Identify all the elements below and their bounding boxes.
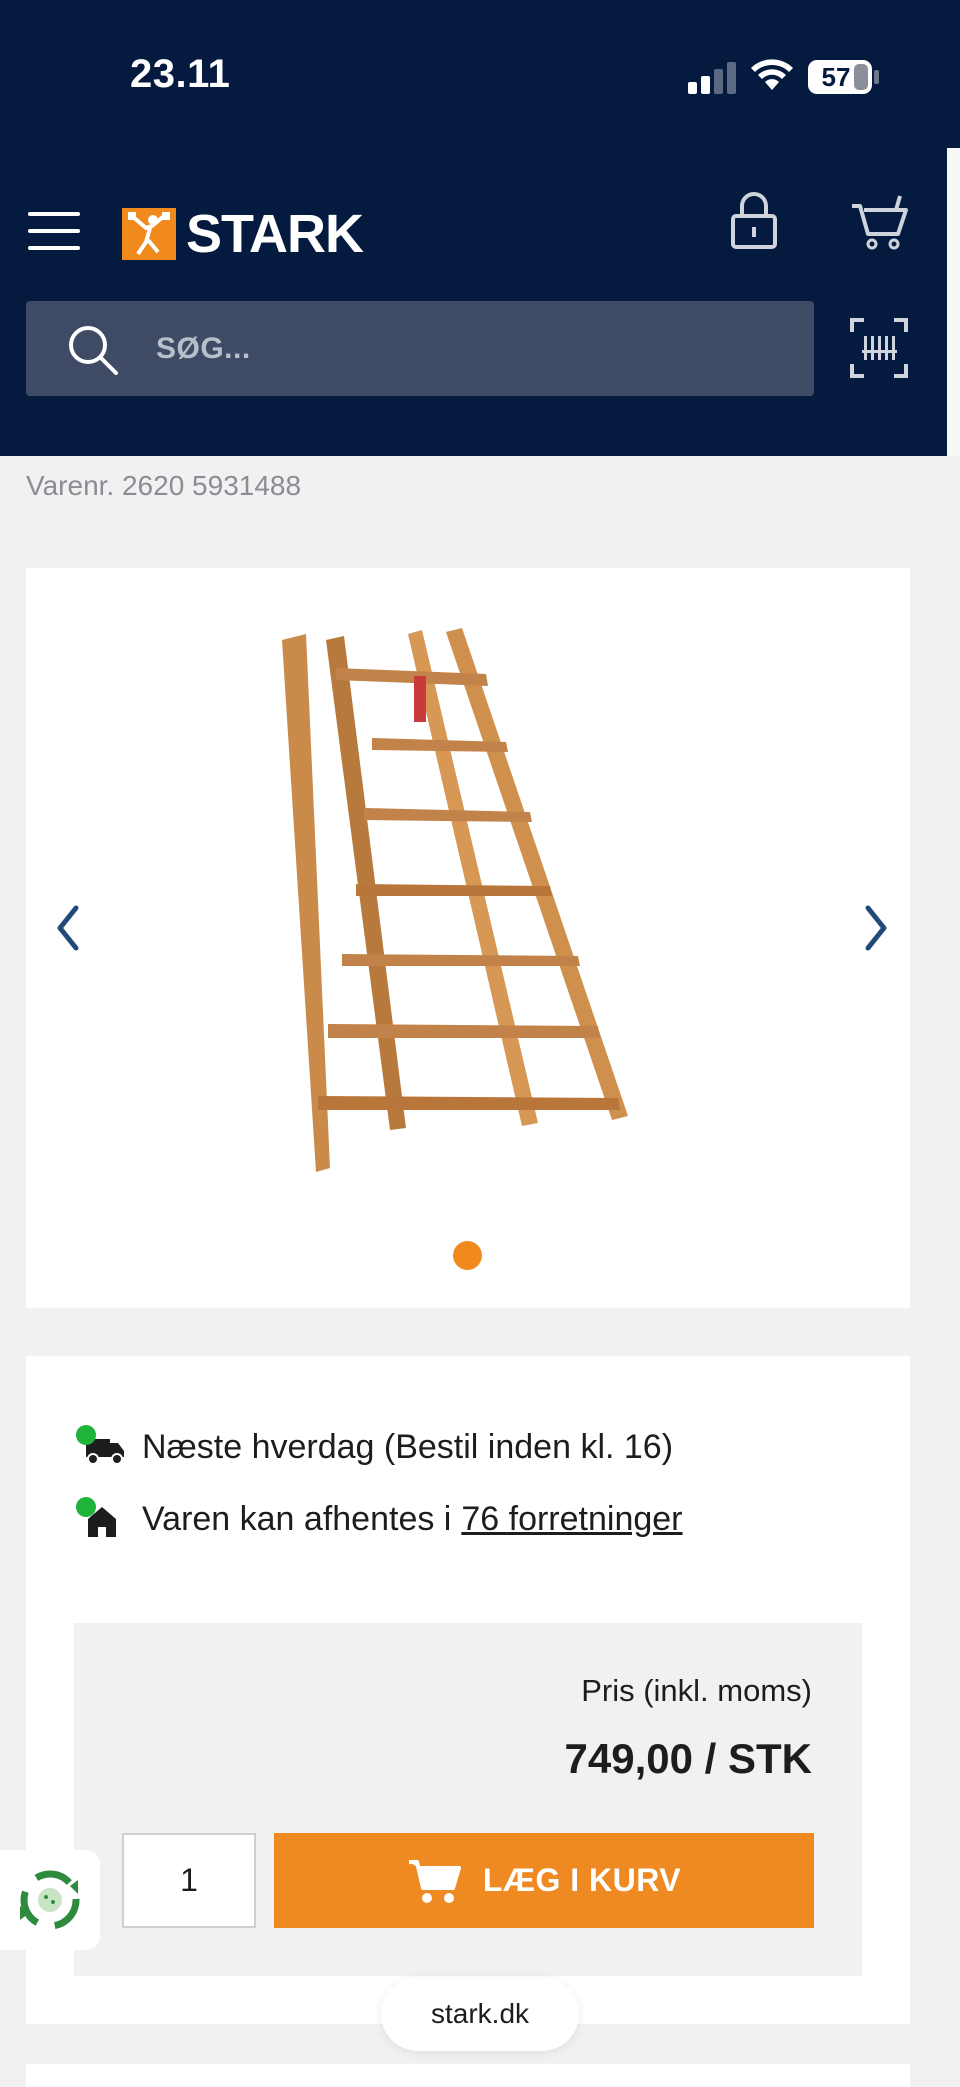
add-to-cart-icon [408, 1859, 461, 1903]
carousel-dot-active[interactable] [453, 1241, 482, 1270]
status-time: 23.11 [130, 52, 231, 96]
stark-logo[interactable]: STARK [122, 204, 364, 264]
cellular-signal-icon [688, 60, 736, 94]
cart-icon[interactable] [850, 194, 910, 252]
store-house-icon [76, 1497, 128, 1541]
barcode-scan-icon[interactable] [850, 318, 908, 378]
next-image-arrow-icon[interactable] [856, 898, 896, 958]
search-bar[interactable] [26, 301, 814, 396]
next-section-card [26, 2064, 910, 2087]
battery-tip [874, 70, 879, 84]
floating-widget[interactable] [0, 1850, 100, 1950]
login-lock-icon[interactable] [730, 190, 778, 250]
shipping-text: Næste hverdag (Bestil inden kl. 16) [142, 1427, 674, 1466]
price-box: Pris (inkl. moms) 749,00 / STK LÆG I KUR… [74, 1623, 862, 1976]
header-edge [947, 0, 960, 148]
quantity-input[interactable] [122, 1833, 256, 1928]
logo-text: STARK [186, 204, 364, 264]
previous-image-arrow-icon[interactable] [48, 898, 88, 958]
delivery-truck-icon [76, 1425, 128, 1469]
pickup-text: Varen kan afhentes i [142, 1499, 452, 1538]
recycle-icon [20, 1870, 80, 1930]
add-to-cart-label: LÆG I KURV [482, 1862, 682, 1898]
search-input[interactable] [156, 301, 756, 396]
stores-link[interactable]: 76 forretninger [461, 1500, 682, 1539]
add-to-cart-button[interactable]: LÆG I KURV [274, 1833, 814, 1928]
wifi-icon [751, 59, 793, 90]
search-icon [69, 326, 118, 375]
scroll-edge [947, 148, 960, 456]
battery-level: 57 [821, 62, 851, 92]
price-label: Pris (inkl. moms) [581, 1673, 812, 1708]
item-number: Varenr. 2620 5931488 [26, 470, 302, 501]
available-status-dot [76, 1425, 96, 1445]
url-text: stark.dk [430, 1998, 530, 2029]
pickup-row: Varen kan afhentes i 76 forretninger [76, 1494, 683, 1544]
shipping-row: Næste hverdag (Bestil inden kl. 16) [76, 1422, 673, 1472]
battery-icon: 57 [808, 60, 872, 94]
product-image-ladder [282, 628, 628, 1172]
pickup-status-dot [76, 1497, 96, 1517]
menu-icon[interactable] [28, 210, 80, 252]
price-value: 749,00 / STK [564, 1735, 812, 1782]
stark-logo-mark [122, 208, 176, 260]
browser-url-pill[interactable]: stark.dk [381, 1977, 579, 2051]
product-image-carousel [26, 568, 910, 1308]
